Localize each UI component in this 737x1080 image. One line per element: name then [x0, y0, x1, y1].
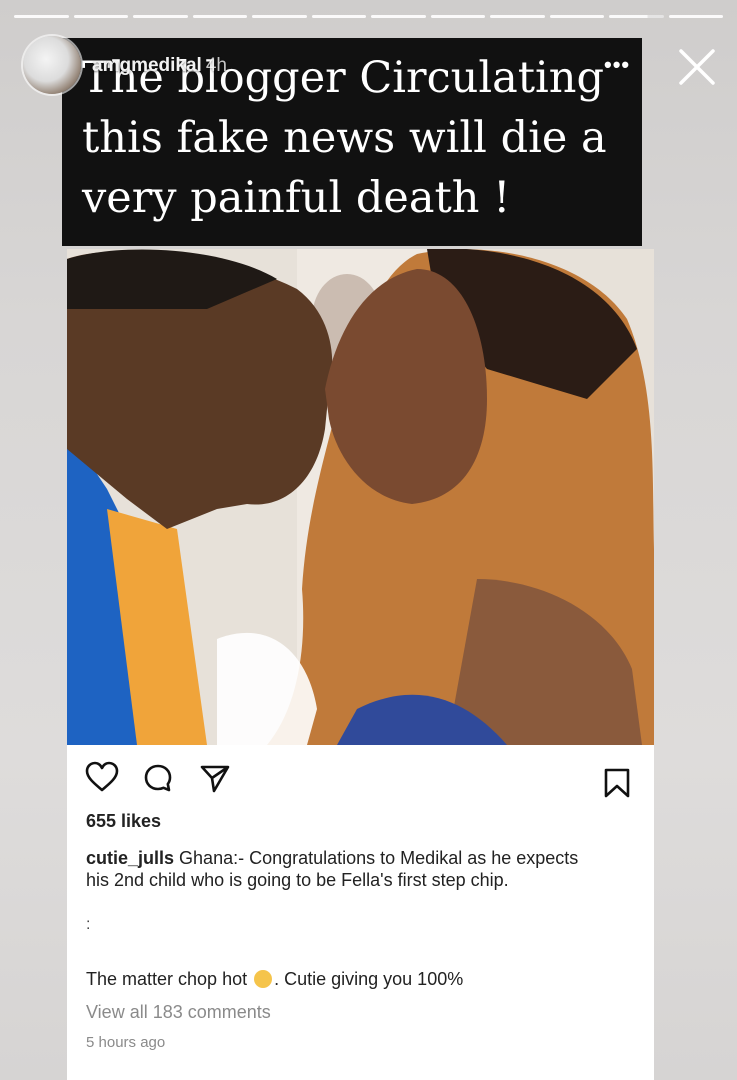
username-text[interactable]: amgmedikal — [92, 55, 202, 76]
avatar[interactable] — [23, 36, 81, 94]
story-progress-bar — [14, 15, 723, 19]
bookmark-icon[interactable] — [603, 767, 631, 799]
progress-segment-current — [609, 15, 664, 18]
caption-line: very painful death ! — [82, 173, 511, 223]
progress-segment — [73, 15, 128, 18]
post-actions — [85, 761, 636, 801]
story-time: 4h — [205, 55, 227, 76]
comment-text-1: The matter chop hot — [86, 969, 248, 989]
progress-segment — [490, 15, 545, 18]
progress-segment — [549, 15, 604, 18]
progress-segment — [192, 15, 247, 18]
post-timestamp: 5 hours ago — [86, 1034, 166, 1051]
share-icon[interactable] — [199, 763, 231, 793]
heart-icon[interactable] — [85, 761, 119, 793]
screenshot-post-card: 655 likes cutie_julls Ghana:- Congratula… — [67, 249, 654, 1080]
comment-text-2: . Cutie giving you 100% — [274, 969, 464, 989]
comment-preview: The matter chop hot . Cutie giving you 1… — [86, 969, 463, 990]
story-username[interactable]: amgmedikal 4h — [92, 55, 227, 77]
caption-username[interactable]: cutie_julls — [86, 848, 174, 868]
progress-segment — [311, 15, 366, 18]
progress-segment — [668, 15, 723, 18]
caption-more: : — [86, 916, 91, 933]
view-all-comments-link[interactable]: View all 183 comments — [86, 1002, 271, 1023]
progress-segment — [14, 15, 69, 18]
more-icon[interactable]: ••• — [604, 52, 630, 78]
progress-segment — [430, 15, 485, 18]
post-caption: cutie_julls Ghana:- Congratulations to M… — [86, 847, 606, 891]
close-icon[interactable] — [676, 46, 718, 88]
progress-segment — [133, 15, 188, 18]
progress-segment — [371, 15, 426, 18]
likes-count[interactable]: 655 likes — [86, 811, 161, 832]
post-photo — [67, 249, 654, 745]
progress-segment — [252, 15, 307, 18]
caption-line: this fake news will die a — [82, 113, 607, 163]
tired-face-emoji-icon — [254, 970, 273, 988]
comment-icon[interactable] — [143, 763, 173, 793]
